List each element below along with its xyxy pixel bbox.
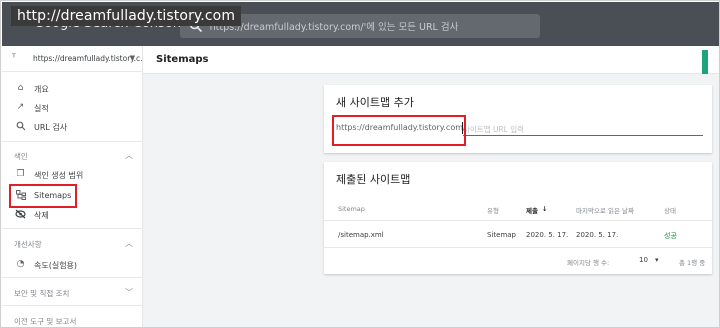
highlight-box: [9, 184, 77, 208]
divider: [2, 277, 143, 278]
submitted-sitemaps-card: 제출된 사이트맵 Sitemap 유형 제출 ↓ 마지막으로 읽은 날짜 상태 …: [324, 162, 712, 274]
sidebar-item-label: URL 검사: [34, 123, 68, 132]
section-legacy[interactable]: 이전 도구 및 보고서: [2, 310, 143, 327]
gauge-icon: ◔: [16, 259, 25, 269]
section-label: 이전 도구 및 보고서: [14, 317, 77, 326]
cell-submitted: 2020. 5. 17.: [526, 231, 569, 239]
input-underline: [463, 135, 703, 136]
property-icon: ᵀ: [12, 53, 16, 64]
rows-per-page-label: 페이지당 행 수:: [567, 259, 610, 267]
sidebar-item-performance[interactable]: ↗ 실적: [2, 98, 143, 117]
header-divider: [324, 220, 712, 221]
chevron-up-icon: ︿: [125, 239, 133, 248]
section-label: 보안 및 직접 조치: [14, 289, 70, 298]
cell-status: 성공: [664, 232, 677, 240]
section-enhancements[interactable]: 개선사항 ︿: [2, 233, 143, 253]
column-header-sitemap[interactable]: Sitemap: [338, 205, 365, 213]
sidebar-item-label: 속도(실험용): [34, 261, 78, 270]
file-copy-icon: ❐: [16, 169, 25, 179]
chevron-down-icon: ▼: [129, 54, 135, 62]
sidebar-item-speed[interactable]: ◔ 속도(실험용): [2, 255, 143, 274]
divider: [2, 141, 143, 142]
trending-icon: ↗: [16, 102, 25, 112]
search-input[interactable]: 'https://dreamfullady.tistory.com/'에 있는 …: [207, 19, 458, 33]
cell-sitemap[interactable]: /sitemap.xml: [338, 231, 384, 239]
sidebar-item-label: 색인 생성 범위: [34, 171, 84, 180]
rows-per-page-select[interactable]: 10: [639, 256, 648, 264]
chevron-up-icon: ︿: [125, 151, 133, 160]
sidebar-item-url-inspection[interactable]: URL 검사: [2, 117, 143, 136]
accent-bar: [702, 50, 708, 74]
card-title: 새 사이트맵 추가: [336, 96, 414, 109]
row-divider: [324, 247, 712, 248]
sidebar-item-label: 실적: [34, 104, 49, 113]
sitemap-url-input[interactable]: 사이트맵 URL 입력: [463, 124, 524, 135]
chevron-down-icon: ﹀: [125, 288, 133, 297]
section-index[interactable]: 색인 ︿: [2, 145, 143, 165]
page-header: Sitemaps: [143, 46, 719, 74]
property-selector[interactable]: ᵀ https://dreamfullady.tistory.c... ▼: [2, 46, 147, 72]
section-label: 개선사항: [14, 240, 42, 249]
card-title: 제출된 사이트맵: [336, 173, 411, 186]
section-label: 색인: [14, 152, 28, 161]
pagination-range: 총 1행 중: [679, 259, 706, 267]
watermark-url: http://dreamfullady.tistory.com: [11, 6, 242, 26]
eye-off-icon: [15, 209, 26, 220]
divider: [2, 305, 143, 306]
home-icon: ⌂: [17, 83, 24, 93]
section-security[interactable]: 보안 및 직접 조치 ﹀: [2, 282, 143, 302]
column-header-type[interactable]: 유형: [487, 205, 499, 215]
chevron-down-icon[interactable]: ▾: [655, 256, 659, 264]
browser-frame: Google Search Console 'https://dreamfull…: [0, 0, 720, 328]
cell-type: Sitemap: [487, 231, 516, 239]
column-header-submitted[interactable]: 제출: [526, 205, 538, 215]
sidebar-item-overview[interactable]: ⌂ 개요: [2, 79, 143, 98]
divider: [2, 228, 143, 229]
page-title: Sitemaps: [156, 54, 209, 65]
sidebar-item-coverage[interactable]: ❐ 색인 생성 범위: [2, 165, 143, 184]
highlight-box: [332, 115, 466, 146]
cell-last-read: 2020. 5. 17.: [576, 231, 619, 239]
column-header-last-read[interactable]: 마지막으로 읽은 날짜: [576, 205, 634, 215]
search-icon: [15, 121, 26, 132]
sort-arrow-down-icon[interactable]: ↓: [542, 205, 547, 213]
sidebar-item-label: 삭제: [34, 211, 49, 220]
column-header-status[interactable]: 상태: [664, 205, 676, 215]
sidebar-item-label: 개요: [34, 85, 49, 94]
